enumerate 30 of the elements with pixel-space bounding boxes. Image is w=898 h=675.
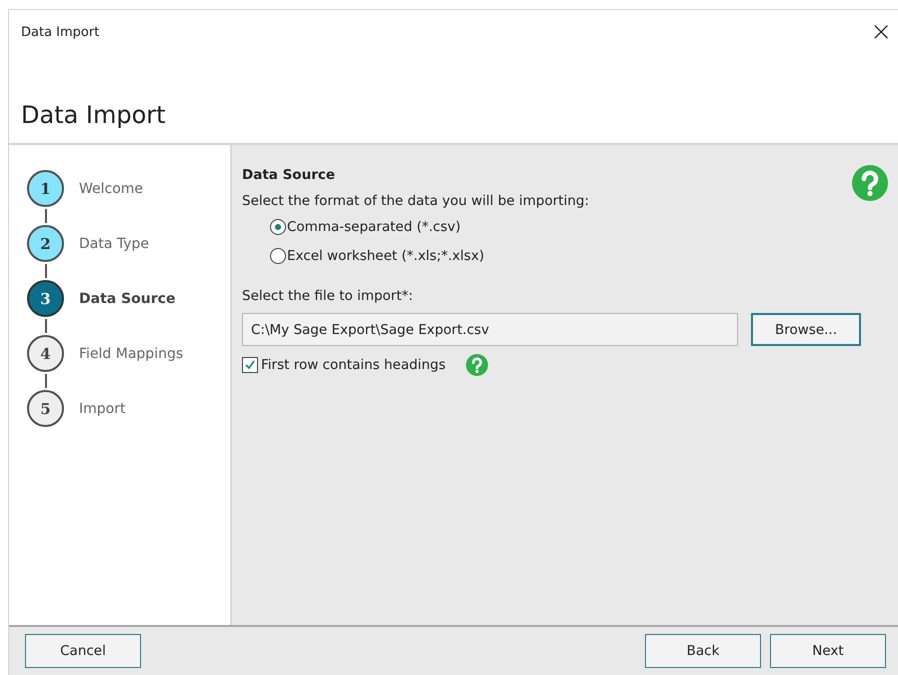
dialog-heading: Data Import [21,101,166,129]
step-number: 2 [27,225,64,262]
checkbox-label[interactable]: First row contains headings [261,357,446,373]
radio-button[interactable] [270,248,286,264]
step-number: 3 [27,280,64,317]
help-icon[interactable] [466,354,488,376]
browse-button[interactable]: Browse... [751,313,861,346]
section-title: Data Source [242,167,336,183]
close-button[interactable]: × [864,17,898,47]
step-number: 1 [27,170,64,207]
checkmark-icon [244,359,256,371]
step-label: Field Mappings [79,346,184,362]
step-number: 5 [27,390,64,427]
step-label: Data Type [79,236,150,252]
format-prompt: Select the format of the data you will be importing: [242,193,590,209]
help-icon[interactable] [852,165,888,201]
radio-button[interactable] [270,219,286,235]
step-number: 4 [27,335,64,372]
radio-label[interactable]: Comma-separated (*.csv) [287,219,461,235]
radio-label[interactable]: Excel worksheet (*.xls;*.xlsx) [287,248,484,264]
file-label: Select the file to import*: [242,288,413,304]
step-label: Welcome [79,180,144,196]
back-button[interactable]: Back [645,634,761,668]
cancel-button[interactable]: Cancel [25,634,141,668]
file-path-field[interactable]: C:\My Sage Export\Sage Export.csv [242,313,738,346]
window-title: Data Import [21,24,100,40]
step-label: Import [79,400,126,416]
checkbox[interactable] [242,357,258,373]
next-button[interactable]: Next [770,634,886,668]
step-label: Data Source [79,290,176,306]
